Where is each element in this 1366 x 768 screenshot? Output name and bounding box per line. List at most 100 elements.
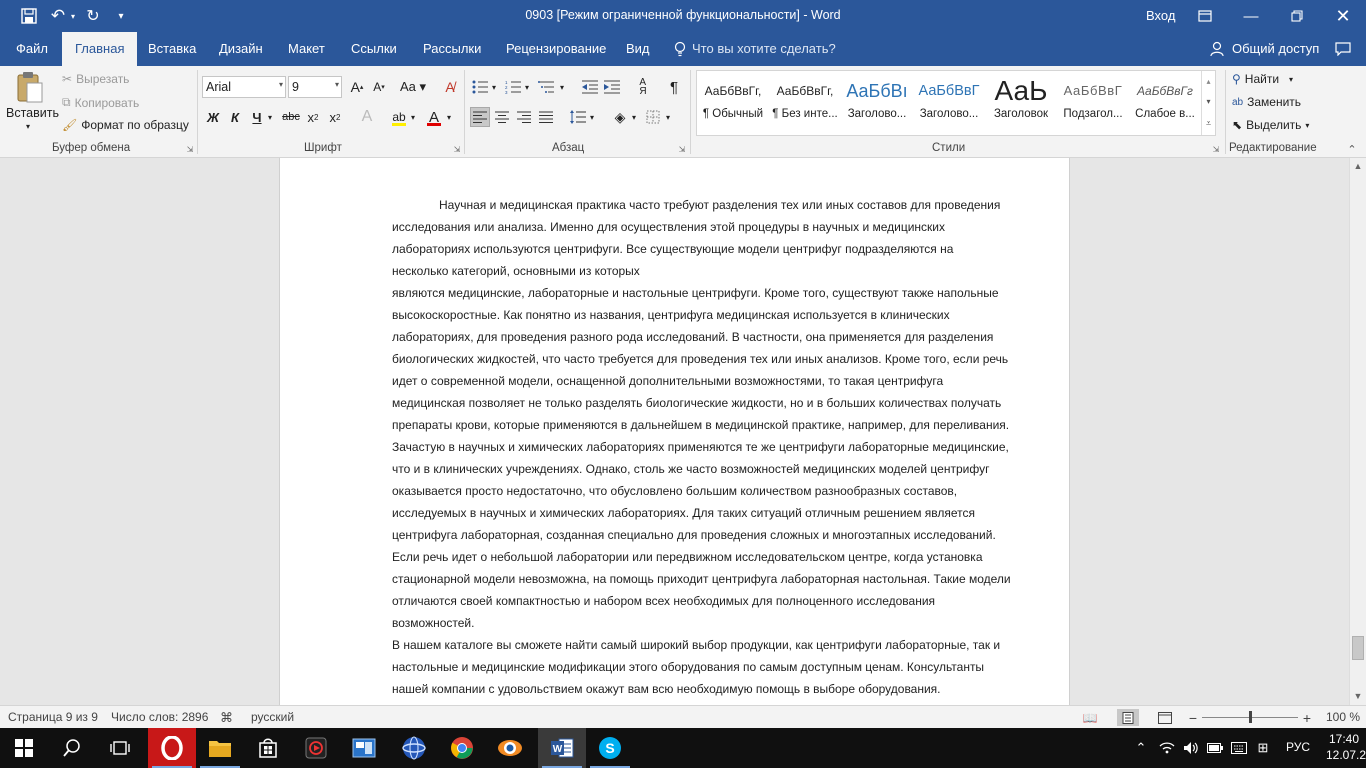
styles-scroll-up-icon[interactable]: ▴ [1201,71,1215,91]
shading-icon[interactable]: ◈ [610,107,630,127]
tab-layout[interactable]: Макет [286,32,327,66]
word-icon[interactable]: W [538,728,586,768]
close-icon[interactable]: ✕ [1320,0,1366,32]
tab-mailings[interactable]: Рассылки [421,32,483,66]
styles-more-icon[interactable]: ⩡ [1201,111,1215,135]
font-color-icon[interactable]: A [424,107,444,127]
minimize-icon[interactable]: — [1228,0,1274,32]
text-effects-icon[interactable]: A [357,107,377,127]
battery-icon[interactable] [1205,738,1225,758]
proofing-icon[interactable]: ⌘ [220,706,233,729]
font-name-box[interactable]: Arial ▾ [202,76,286,98]
collapse-ribbon-icon[interactable]: ⌃ [1344,142,1360,156]
tab-references[interactable]: Ссылки [349,32,399,66]
opera-icon[interactable] [148,728,196,768]
style-no-spacing[interactable]: АаБбВвГг, ¶ Без инте... [769,74,841,130]
highlight-dropdown-icon[interactable]: ▾ [408,107,418,127]
keyboard-icon[interactable] [1229,738,1249,758]
tab-home[interactable]: Главная [62,32,138,66]
show-hidden-icons-icon[interactable]: ⌃ [1132,738,1150,758]
paste-button[interactable]: Вставить [6,106,59,120]
line-spacing-dropdown-icon[interactable]: ▾ [587,107,597,127]
bullets-dropdown-icon[interactable]: ▾ [489,77,499,97]
styles-launcher-icon[interactable]: ⇲ [1211,144,1221,154]
store-icon[interactable] [244,728,292,768]
file-explorer-icon[interactable] [196,728,244,768]
language-indicator[interactable]: русский [251,706,294,729]
search-icon[interactable] [48,728,96,768]
zoom-in-icon[interactable]: + [1300,709,1314,726]
italic-button[interactable]: К [225,107,245,127]
highlight-icon[interactable]: ab [389,107,409,127]
select-button[interactable]: ⬉ Выделить ▾ [1232,118,1309,132]
document-paragraph[interactable]: В нашем каталоге вы сможете найти самый … [392,634,1032,700]
justify-icon[interactable] [536,107,556,127]
decrease-indent-icon[interactable] [580,77,600,97]
restore-icon[interactable] [1274,0,1320,32]
align-left-icon[interactable] [470,107,490,127]
scroll-up-icon[interactable]: ▲ [1350,158,1366,174]
replace-button[interactable]: ab Заменить [1232,95,1301,109]
style-title[interactable]: АаЬ Заголовок [985,74,1057,130]
network-icon[interactable] [1157,738,1177,758]
bullets-icon[interactable] [470,77,490,97]
copy-button[interactable]: ⧉ Копировать [62,95,139,110]
style-subtle-emphasis[interactable]: АаБбВвГг Слабое в... [1129,74,1201,130]
scroll-down-icon[interactable]: ▼ [1350,688,1366,704]
word-count[interactable]: Число слов: 2896 [111,706,208,729]
zoom-out-icon[interactable]: − [1186,709,1200,726]
ribbon-display-icon[interactable] [1182,0,1228,32]
format-painter-button[interactable]: 🖌 Формат по образцу [62,118,189,132]
tab-file[interactable]: Файл [14,32,50,66]
show-formatting-marks-icon[interactable]: ¶ [664,77,684,97]
underline-button[interactable]: Ч [247,107,267,127]
clipboard-launcher-icon[interactable]: ⇲ [185,144,195,154]
align-center-icon[interactable] [492,107,512,127]
style-heading-2[interactable]: АаБбВвГ Заголово... [913,74,985,130]
find-button[interactable]: ⚲ Найти ▾ [1232,72,1293,86]
font-size-dropdown-icon[interactable]: ▾ [335,80,339,89]
skype-icon[interactable]: S [586,728,634,768]
input-language[interactable]: РУС [1286,740,1310,754]
style-heading-1[interactable]: АаБбВı Заголово... [841,74,913,130]
tab-review[interactable]: Рецензирование [504,32,608,66]
sort-icon[interactable]: AЯ [633,77,653,97]
style-subtitle[interactable]: АаБбВвГ Подзагол... [1057,74,1129,130]
tab-view[interactable]: Вид [624,32,652,66]
strikethrough-button[interactable]: abc [281,107,301,127]
font-size-box[interactable]: 9 ▾ [288,76,342,98]
paste-dropdown-icon[interactable]: ▾ [26,122,30,131]
align-right-icon[interactable] [514,107,534,127]
multilevel-list-icon[interactable] [537,77,557,97]
borders-icon[interactable] [643,107,663,127]
document-page[interactable]: Научная и медицинская практика часто тре… [279,158,1070,705]
print-layout-icon[interactable] [1117,709,1139,726]
vertical-scrollbar[interactable]: ▲ ▼ [1349,158,1366,705]
tell-me-search[interactable]: Что вы хотите сделать? [690,32,838,66]
font-color-dropdown-icon[interactable]: ▾ [444,107,454,127]
clock-time[interactable]: 17:40 [1329,732,1359,746]
comments-icon[interactable] [1333,40,1353,58]
media-player-icon[interactable] [292,728,340,768]
page-count[interactable]: Страница 9 из 9 [8,706,98,729]
cut-button[interactable]: ✂ Вырезать [62,72,129,86]
style-normal[interactable]: АаБбВвГг, ¶ Обычный [697,74,769,130]
tab-design[interactable]: Дизайн [217,32,265,66]
subscript-icon[interactable]: x2 [303,107,323,127]
paragraph-launcher-icon[interactable]: ⇲ [677,144,687,154]
tab-insert[interactable]: Вставка [146,32,198,66]
task-view-icon[interactable] [96,728,144,768]
numbering-icon[interactable]: 123 [503,77,523,97]
ime-icon[interactable]: ⊞ [1253,738,1273,758]
shrink-font-icon[interactable]: A ▾ [369,77,389,97]
numbering-dropdown-icon[interactable]: ▾ [522,77,532,97]
underline-dropdown-icon[interactable]: ▾ [265,107,275,127]
chrome-icon[interactable] [438,728,486,768]
multilevel-dropdown-icon[interactable]: ▾ [557,77,567,97]
photo-viewer-icon[interactable] [340,728,388,768]
read-mode-icon[interactable]: 📖 [1080,710,1100,726]
font-name-dropdown-icon[interactable]: ▾ [279,80,283,89]
select-dropdown-icon[interactable]: ▾ [1305,121,1309,130]
line-spacing-icon[interactable] [568,107,588,127]
volume-icon[interactable] [1181,738,1201,758]
